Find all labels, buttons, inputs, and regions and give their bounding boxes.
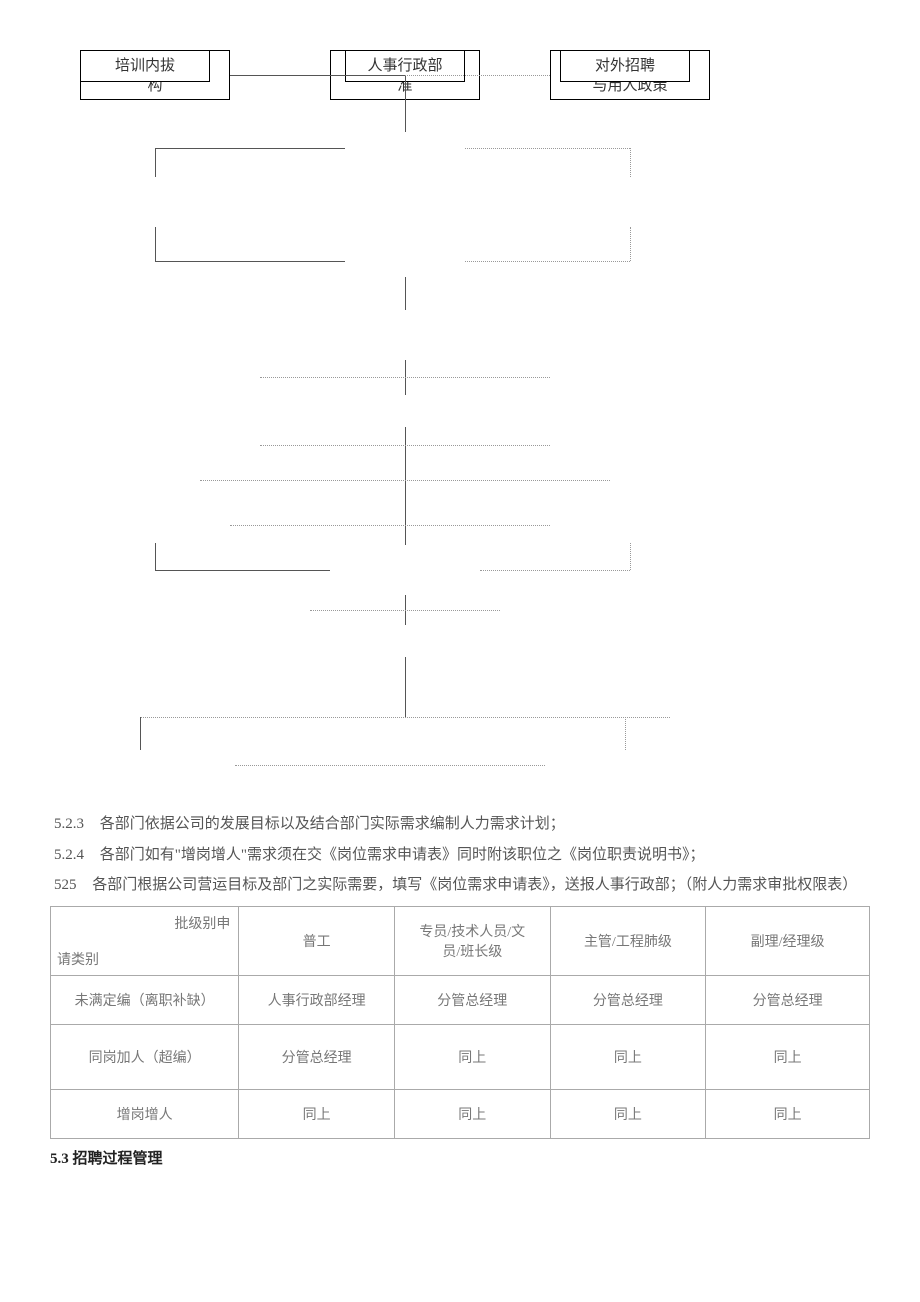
table-header-row: 批级别申 请类别 普工 专员/技术人员/文员/班长级 主管/工程肺级 副理/经理… bbox=[51, 906, 870, 975]
cell: 同上 bbox=[394, 1089, 550, 1138]
node-internal-train: 培训内拔 bbox=[80, 50, 210, 82]
cell: 人事行政部经理 bbox=[239, 975, 395, 1024]
para-523-num: 5.2.3 bbox=[54, 816, 84, 832]
cell: 同上 bbox=[239, 1089, 395, 1138]
header-top: 批级别申 bbox=[174, 913, 230, 933]
cell: 分管总经理 bbox=[239, 1024, 395, 1089]
header-bot: 请类别 bbox=[57, 949, 99, 969]
cell: 同上 bbox=[706, 1089, 870, 1138]
section-53-title: 5.3 招聘过程管理 bbox=[50, 1147, 870, 1168]
para-525: 525 各部门根据公司营运目标及部门之实际需要，填写《岗位需求申请表》，送报人事… bbox=[50, 871, 870, 900]
para-525-num: 525 bbox=[54, 877, 77, 893]
header-col4: 主管/工程肺级 bbox=[550, 906, 706, 975]
cell: 同岗加人（超编） bbox=[51, 1024, 239, 1089]
table-row: 未满定编（离职补缺） 人事行政部经理 分管总经理 分管总经理 分管总经理 bbox=[51, 975, 870, 1024]
cell: 分管总经理 bbox=[706, 975, 870, 1024]
cell: 同上 bbox=[706, 1024, 870, 1089]
cell: 分管总经理 bbox=[550, 975, 706, 1024]
cell: 同上 bbox=[394, 1024, 550, 1089]
cell: 同上 bbox=[550, 1024, 706, 1089]
header-col2: 普工 bbox=[239, 906, 395, 975]
header-col3: 专员/技术人员/文员/班长级 bbox=[394, 906, 550, 975]
header-col5: 副理/经理级 bbox=[706, 906, 870, 975]
para-523: 5.2.3 各部门依据公司的发展目标以及结合部门实际需求编制人力需求计划； bbox=[50, 810, 870, 839]
cell: 未满定编（离职补缺） bbox=[51, 975, 239, 1024]
table-row: 同岗加人（超编） 分管总经理 同上 同上 同上 bbox=[51, 1024, 870, 1089]
para-524: 5.2.4 各部门如有"增岗增人"需求须在交《岗位需求申请表》同时附该职位之《岗… bbox=[50, 841, 870, 870]
table-row: 增岗增人 同上 同上 同上 同上 bbox=[51, 1089, 870, 1138]
cell: 增岗增人 bbox=[51, 1089, 239, 1138]
para-525-text: 各部门根据公司营运目标及部门之实际需要，填写《岗位需求申请表》，送报人事行政部；… bbox=[92, 877, 857, 893]
node-external-recruit: 对外招聘 bbox=[560, 50, 690, 82]
header-diagonal: 批级别申 请类别 bbox=[51, 906, 239, 975]
para-524-num: 5.2.4 bbox=[54, 847, 84, 863]
approval-table: 批级别申 请类别 普工 专员/技术人员/文员/班长级 主管/工程肺级 副理/经理… bbox=[50, 906, 870, 1139]
flowchart: 公司原有职位空缺 公司出现新的职位需求 部门申请 填写《岗位需求申请表》 工作说… bbox=[80, 50, 840, 800]
para-523-text: 各部门依据公司的发展目标以及结合部门实际需求编制人力需求计划； bbox=[100, 816, 565, 832]
cell: 分管总经理 bbox=[394, 975, 550, 1024]
cell: 同上 bbox=[550, 1089, 706, 1138]
para-524-text: 各部门如有"增岗增人"需求须在交《岗位需求申请表》同时附该职位之《岗位职责说明书… bbox=[100, 847, 705, 863]
